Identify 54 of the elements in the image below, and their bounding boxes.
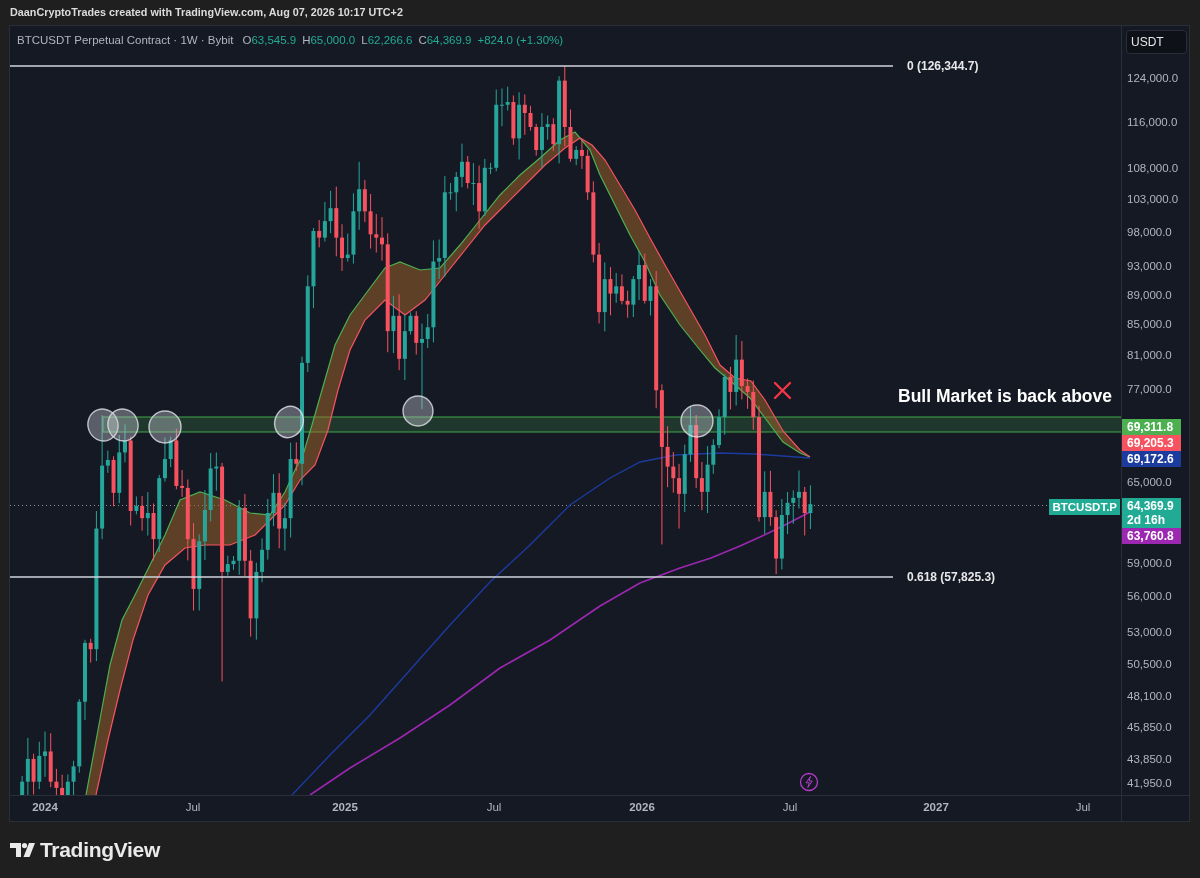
price-tag: 69,311.8	[1122, 419, 1181, 435]
time-axis-label: Jul	[486, 800, 502, 814]
price-axis-label: 50,500.0	[1127, 657, 1172, 671]
share-caption: DaanCryptoTrades created with TradingView.com, Aug 07, 2026 10:17 UTC+2	[10, 5, 403, 21]
price-axis-label: 59,000.0	[1127, 556, 1172, 570]
bar-countdown: 2d 16h	[1127, 513, 1166, 527]
ohlc-value: H65,000.0	[302, 33, 356, 47]
time-axis-label: Jul	[782, 800, 798, 814]
fib-level-label: 0 (126,344.7)	[907, 59, 979, 73]
logo-icon	[10, 843, 35, 857]
price-change: +824.0 (+1.30%)	[477, 33, 564, 47]
price-axis-label: 93,000.0	[1127, 259, 1172, 273]
price-axis-label: 45,850.0	[1127, 720, 1172, 734]
x-mark-icon	[773, 381, 792, 400]
price-axis-label: 53,000.0	[1127, 625, 1172, 639]
ohlc-value: L62,266.6	[361, 33, 413, 47]
price-axis-label: 98,000.0	[1127, 225, 1172, 239]
highlight-circle	[148, 410, 182, 444]
price-tag-value: 64,369.9	[1127, 499, 1175, 513]
time-axis-label: 2024	[32, 800, 58, 814]
lightning-icon[interactable]	[799, 772, 819, 792]
time-axis-label: Jul	[1075, 800, 1091, 814]
time-axis-label: 2025	[332, 800, 358, 814]
price-axis-label: 56,000.0	[1127, 589, 1172, 603]
symbol-title: BTCUSDT Perpetual Contract · 1W · Bybit	[17, 33, 234, 47]
highlight-circle	[680, 404, 714, 438]
price-axis-label: 124,000.0	[1127, 71, 1179, 85]
price-axis-label: 116,000.0	[1127, 115, 1178, 129]
highlight-circle	[107, 408, 139, 442]
currency-button[interactable]: USDT	[1126, 30, 1187, 54]
price-tag: 69,172.6	[1122, 451, 1181, 467]
price-axis-label: 85,000.0	[1127, 317, 1172, 331]
price-axis-label: 108,000.0	[1127, 161, 1179, 175]
brand-name: TradingView	[40, 837, 160, 864]
time-axis-label: 2027	[923, 800, 949, 814]
price-axis-label: 81,000.0	[1127, 348, 1172, 362]
price-axis-label: 65,000.0	[1127, 475, 1172, 489]
price-axis-label: 48,100.0	[1127, 689, 1172, 703]
price-axis-label: 77,000.0	[1127, 382, 1172, 396]
price-axis-label: 89,000.0	[1127, 288, 1172, 302]
time-axis-label: 2026	[629, 800, 655, 814]
price-axis-label: 41,950.0	[1127, 776, 1172, 790]
highlight-circle	[273, 405, 305, 439]
time-axis-label: Jul	[185, 800, 201, 814]
fib-level-label: 0.618 (57,825.3)	[907, 570, 996, 584]
annotation-text: Bull Market is back above	[898, 386, 1112, 406]
price-tag: 69,205.3	[1122, 435, 1181, 451]
ohlc-value: O63,545.9	[242, 33, 297, 47]
price-axis-label: 43,850.0	[1127, 752, 1172, 766]
price-axis-label: 103,000.0	[1127, 192, 1179, 206]
highlight-circle	[402, 395, 434, 427]
symbol-tag: BTCUSDT.P	[1049, 499, 1120, 515]
price-tag: 63,760.8	[1122, 528, 1181, 544]
ohlc-value: C64,369.9	[418, 33, 472, 47]
